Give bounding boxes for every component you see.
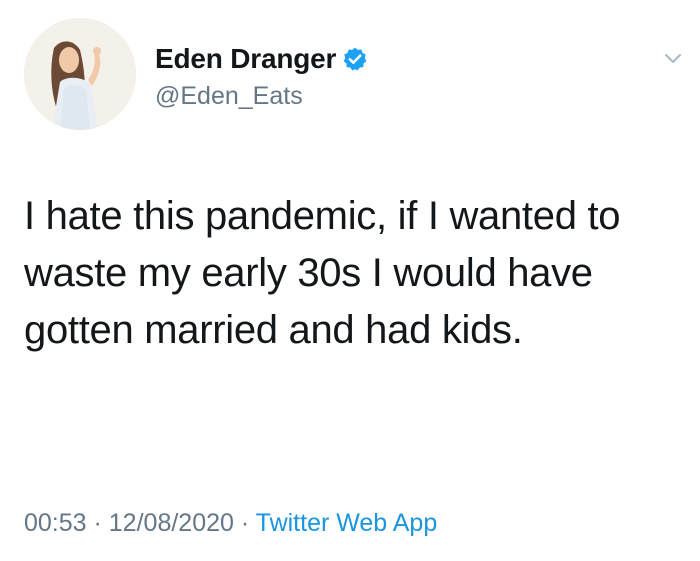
avatar[interactable] (24, 18, 136, 130)
meta-separator: · (233, 509, 256, 537)
display-name-row: Eden Dranger (155, 40, 368, 78)
display-name[interactable]: Eden Dranger (155, 43, 336, 75)
verified-badge-icon (343, 47, 367, 71)
tweet-date[interactable]: 12/08/2020 (109, 509, 234, 537)
tweet-card: Eden Dranger @Eden_Eats I hate this pand… (0, 0, 700, 561)
tweet-header: Eden Dranger @Eden_Eats (24, 18, 684, 134)
tweet-text: I hate this pandemic, if I wanted to was… (24, 194, 621, 352)
author-names: Eden Dranger @Eden_Eats (155, 40, 368, 111)
tweet-source-link[interactable]: Twitter Web App (256, 509, 438, 537)
avatar-image (24, 18, 136, 130)
handle[interactable]: @Eden_Eats (155, 82, 368, 111)
tweet-meta: 00:53 · 12/08/2020 · Twitter Web App (24, 509, 437, 538)
meta-separator: · (86, 509, 109, 537)
tweet-time[interactable]: 00:53 (24, 509, 87, 537)
chevron-down-icon[interactable] (662, 48, 684, 70)
